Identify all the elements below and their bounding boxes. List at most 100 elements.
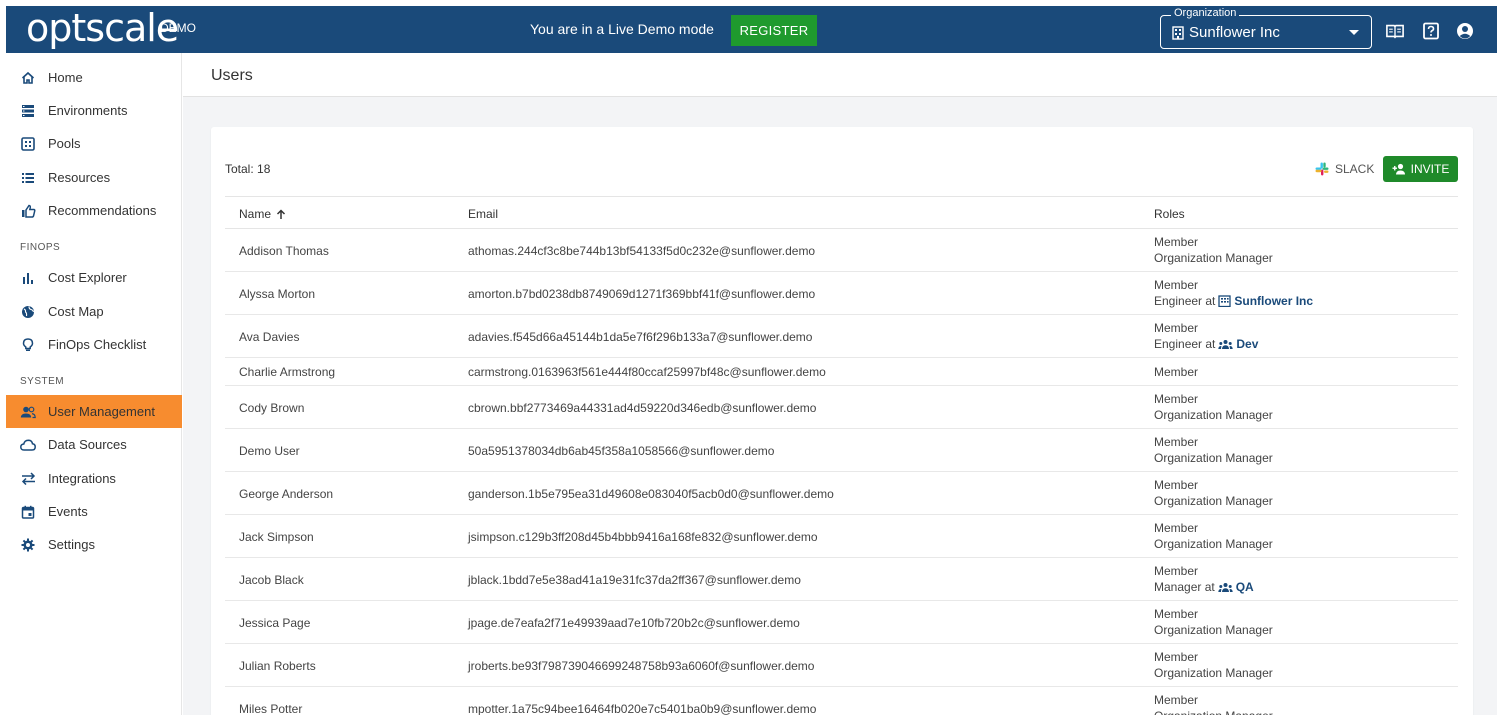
- account-icon[interactable]: [1456, 22, 1474, 40]
- sidebar-item-label: Recommendations: [48, 203, 157, 218]
- role-scope-link[interactable]: Sunflower Inc: [1218, 293, 1313, 309]
- user-name: Miles Potter: [239, 701, 303, 716]
- group-icon: [1218, 339, 1234, 350]
- building-icon: [1218, 295, 1232, 307]
- documentation-book-icon[interactable]: [1386, 22, 1404, 40]
- sidebar-item-user-management[interactable]: User Management: [6, 395, 182, 428]
- user-email: jsimpson.c129b3ff208d45b4bbb9416a168fe83…: [468, 529, 818, 544]
- sidebar-item-pools[interactable]: Pools: [6, 127, 182, 160]
- sidebar-item-label: Cost Explorer: [48, 270, 127, 285]
- table-row: Demo User 50a5951378034db6ab45f358a105856…: [225, 429, 1458, 472]
- role-text: Organization Manager: [1154, 666, 1273, 680]
- user-roles: Member Organization Manager: [1154, 391, 1273, 423]
- role-line: Member: [1154, 606, 1273, 622]
- role-text: Manager at: [1154, 580, 1215, 594]
- role-scope-link[interactable]: Dev: [1218, 336, 1258, 352]
- sidebar-item-resources[interactable]: Resources: [6, 161, 182, 194]
- role-text: Organization Manager: [1154, 623, 1273, 637]
- sidebar-item-home[interactable]: Home: [6, 61, 182, 94]
- calendar-icon: [20, 504, 36, 520]
- sidebar-item-settings[interactable]: Settings: [6, 528, 182, 561]
- app-window: optscale DEMO You are in a Live Demo mod…: [0, 0, 1500, 718]
- role-line: Member: [1154, 692, 1273, 708]
- role-text: Member: [1154, 478, 1199, 492]
- table-header: Name Email Roles: [225, 196, 1458, 229]
- role-text: Engineer at: [1154, 337, 1216, 351]
- user-name: Julian Roberts: [239, 658, 316, 673]
- sidebar-item-environments[interactable]: Environments: [6, 94, 182, 127]
- role-text: Member: [1154, 564, 1199, 578]
- role-text: Member: [1154, 392, 1199, 406]
- sidebar-item-events[interactable]: Events: [6, 495, 182, 528]
- role-text: Organization Manager: [1154, 494, 1273, 508]
- user-roles: Member Organization Manager: [1154, 477, 1273, 509]
- column-header-label: Name: [239, 207, 272, 221]
- user-email: jpage.de7eafa2f71e49939aad7e10fb720b2c@s…: [468, 615, 800, 630]
- sidebar-item-label: Cost Map: [48, 304, 104, 319]
- organization-select[interactable]: Organization Sunflower Inc: [1160, 7, 1372, 49]
- register-button[interactable]: REGISTER: [731, 15, 817, 46]
- group-icon: [1218, 582, 1233, 593]
- role-line: Member: [1154, 234, 1273, 250]
- user-email: amorton.b7bd0238db8749069d1271f369bbf41f…: [468, 286, 816, 301]
- role-scope-name: Sunflower Inc: [1234, 294, 1314, 308]
- table-row: Jack Simpson jsimpson.c129b3ff208d45b4bbb…: [225, 515, 1458, 558]
- user-roles: Member Engineer at Sunflower Inc: [1154, 277, 1313, 309]
- role-line: Member: [1154, 320, 1258, 336]
- table-body: Addison Thomas athomas.244cf3c8be744b13bf…: [225, 229, 1458, 716]
- section-label-finops: FINOPS: [20, 242, 61, 253]
- user-name: Charlie Armstrong: [239, 365, 336, 379]
- users-card: Total: 18 SLACK INVITE Name Email Roles: [211, 127, 1473, 716]
- help-icon[interactable]: [1422, 22, 1440, 40]
- role-line: Member: [1154, 563, 1254, 579]
- slack-button-label: SLACK: [1335, 162, 1375, 176]
- role-line: Member: [1154, 520, 1273, 536]
- sidebar-item-recommendations[interactable]: Recommendations: [6, 194, 182, 227]
- user-roles: Member Organization Manager: [1154, 606, 1273, 638]
- sidebar-item-label: Integrations: [48, 471, 116, 486]
- bar-chart-icon: [20, 270, 36, 286]
- demo-mode-notice: You are in a Live Demo mode: [530, 21, 714, 37]
- role-line: Organization Manager: [1154, 536, 1273, 552]
- sidebar-item-finops-checklist[interactable]: FinOps Checklist: [6, 328, 182, 361]
- table-row: Addison Thomas athomas.244cf3c8be744b13bf…: [225, 229, 1458, 272]
- user-email: athomas.244cf3c8be744b13bf54133f5d0c232e…: [468, 243, 816, 258]
- building-icon: [1172, 25, 1184, 40]
- add-user-icon: [1392, 163, 1405, 175]
- resources-icon: [20, 170, 36, 186]
- user-email: jroberts.be93f798739046699248758b93a6060…: [468, 658, 815, 673]
- sidebar-item-cost-explorer[interactable]: Cost Explorer: [6, 261, 182, 294]
- column-header-name[interactable]: Name: [239, 207, 286, 221]
- user-name: Addison Thomas: [239, 243, 329, 258]
- sidebar-item-label: Settings: [48, 537, 95, 552]
- sidebar-item-data-sources[interactable]: Data Sources: [6, 428, 182, 461]
- pools-icon: [20, 136, 36, 152]
- table-row: Ava Davies adavies.f545d66a45144b1da5e7f6…: [225, 315, 1458, 358]
- table-row: Charlie Armstrong carmstrong.0163963f561e…: [225, 358, 1458, 386]
- role-line: Member: [1154, 364, 1198, 380]
- role-scope-link[interactable]: QA: [1218, 579, 1254, 595]
- user-roles: Member Organization Manager: [1154, 692, 1273, 715]
- users-icon: [20, 404, 36, 420]
- role-line: Organization Manager: [1154, 708, 1273, 715]
- user-name: Alyssa Morton: [239, 286, 316, 301]
- sidebar-item-label: Data Sources: [48, 437, 127, 452]
- sidebar-item-cost-map[interactable]: Cost Map: [6, 295, 182, 328]
- role-line: Organization Manager: [1154, 665, 1273, 681]
- role-text: Organization Manager: [1154, 451, 1273, 465]
- sidebar-item-label: FinOps Checklist: [48, 337, 147, 352]
- user-email: ganderson.1b5e795ea31d49608e083040f5acb0…: [468, 486, 834, 501]
- optscale-logo[interactable]: optscale DEMO: [26, 8, 196, 48]
- users-table: Name Email Roles Addison Thomas athomas.2…: [225, 196, 1458, 716]
- role-line: Organization Manager: [1154, 493, 1273, 509]
- invite-button[interactable]: INVITE: [1383, 156, 1458, 182]
- table-row: Alyssa Morton amorton.b7bd0238db8749069d1…: [225, 272, 1458, 315]
- role-text: Member: [1154, 607, 1199, 621]
- organization-name: Sunflower Inc: [1189, 24, 1280, 41]
- home-icon: [20, 70, 36, 86]
- table-row: Miles Potter mpotter.1a75c94bee16464fb020…: [225, 687, 1458, 716]
- slack-button[interactable]: SLACK: [1315, 155, 1374, 183]
- sidebar-item-integrations[interactable]: Integrations: [6, 462, 182, 495]
- chevron-down-icon: [1349, 30, 1359, 35]
- slack-icon: [1315, 162, 1329, 176]
